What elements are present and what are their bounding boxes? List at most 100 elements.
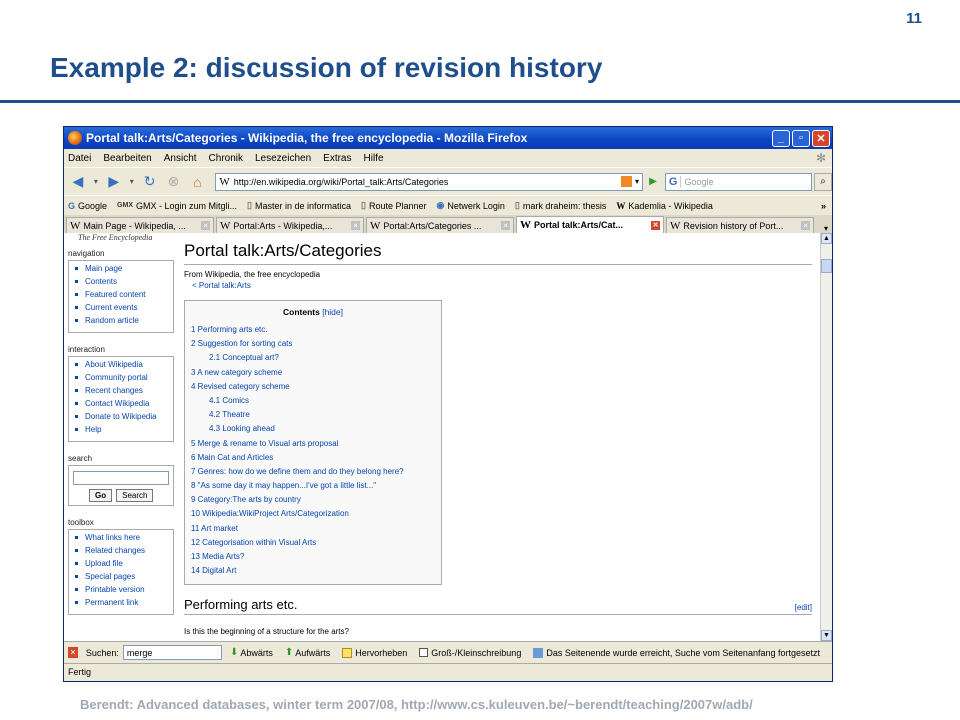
forward-arrow-icon[interactable]: ▶ (104, 173, 124, 190)
toc-item[interactable]: 9 Category:The arts by country (191, 495, 435, 509)
nav-contact-wikipedia[interactable]: Contact Wikipedia (71, 399, 171, 412)
search-engine-box[interactable]: G Google (664, 172, 813, 191)
bookmark-kademlia[interactable]: W Kademlia - Wikipedia (616, 201, 713, 211)
url-bar[interactable]: W http://en.wikipedia.org/wiki/Portal_ta… (215, 172, 643, 191)
wiki-search-input[interactable] (73, 471, 169, 485)
tool-permanent-link[interactable]: Permanent link (71, 598, 171, 611)
nav-community-portal[interactable]: Community portal (71, 373, 171, 386)
stop-icon[interactable]: ⊗ (164, 173, 184, 190)
google-icon[interactable]: G (666, 175, 682, 188)
gmx-favicon-icon: GMX (117, 202, 133, 209)
menu-bearbeiten[interactable]: Bearbeiten (103, 153, 151, 164)
bookmark-gmx[interactable]: GMX GMX - Login zum Mitgli... (117, 201, 237, 211)
tab-portal-arts-categories[interactable]: W Portal:Arts/Categories ... ✕ (366, 217, 514, 233)
nav-donate[interactable]: Donate to Wikipedia (71, 412, 171, 425)
wikipedia-favicon-icon: W (70, 219, 81, 232)
nav-featured-content[interactable]: Featured content (71, 290, 171, 303)
tab-close-icon[interactable]: ✕ (651, 220, 660, 230)
nav-contents[interactable]: Contents (71, 277, 171, 290)
bookmark-thesis[interactable]: ▯ mark draheim: thesis (515, 200, 606, 211)
toc-item[interactable]: 5 Merge & rename to Visual arts proposal (191, 439, 435, 453)
minimize-button[interactable]: _ (772, 129, 790, 147)
nav-recent-changes[interactable]: Recent changes (71, 386, 171, 399)
tab-portal-arts[interactable]: W Portal:Arts - Wikipedia,... ✕ (216, 217, 364, 233)
toc-item[interactable]: 8 "As some day it may happen...I've got … (191, 481, 435, 495)
tool-what-links-here[interactable]: What links here (71, 533, 171, 546)
tool-related-changes[interactable]: Related changes (71, 546, 171, 559)
bookmarks-toolbar: G Google GMX GMX - Login zum Mitgli... ▯ Ma… (64, 195, 832, 215)
go-arrow-icon[interactable]: ▶ (645, 173, 661, 191)
toc-item[interactable]: 4.1 Comics (191, 396, 435, 410)
toc-hide-link[interactable]: [hide] (322, 307, 343, 317)
back-arrow-icon[interactable]: ◀ (68, 173, 88, 190)
find-bar: ✕ Suchen: merge ⬇ Abwärts ⬆ Aufwärts Hervo… (64, 641, 832, 663)
magnifier-icon[interactable]: ⌕ (814, 172, 832, 191)
home-icon[interactable]: ⌂ (187, 174, 207, 190)
tab-close-icon[interactable]: ✕ (801, 221, 810, 230)
nav-about-wikipedia[interactable]: About Wikipedia (71, 360, 171, 373)
scroll-up-icon[interactable]: ▲ (821, 233, 832, 244)
highlight-button[interactable]: Hervorheben (342, 647, 407, 658)
window-titlebar[interactable]: Portal talk:Arts/Categories - Wikipedia,… (64, 127, 832, 149)
find-previous-button[interactable]: ⬆ Aufwärts (285, 647, 330, 658)
toc-item[interactable]: 11 Art market (191, 524, 435, 538)
find-close-icon[interactable]: ✕ (68, 647, 78, 658)
rss-feed-icon[interactable] (620, 176, 632, 187)
toc-item[interactable]: 3 A new category scheme (191, 368, 435, 382)
toc-item[interactable]: 7 Genres: how do we define them and do t… (191, 467, 435, 481)
toc-item[interactable]: 6 Main Cat and Articles (191, 453, 435, 467)
toc-item[interactable]: 1 Performing arts etc. (191, 325, 435, 339)
toc-item[interactable]: 2 Suggestion for sorting cats (191, 339, 435, 353)
menu-hilfe[interactable]: Hilfe (364, 153, 384, 164)
tab-close-icon[interactable]: ✕ (201, 221, 210, 230)
toc-item[interactable]: 4.3 Looking ahead (191, 424, 435, 438)
bookmark-route-planner[interactable]: ▯ Route Planner (361, 200, 427, 211)
menu-chronik[interactable]: Chronik (209, 153, 243, 164)
toc-item[interactable]: 13 Media Arts? (191, 552, 435, 566)
scroll-thumb[interactable] (821, 259, 832, 273)
tab-list-icon[interactable]: ▾ (824, 224, 828, 233)
tool-upload-file[interactable]: Upload file (71, 559, 171, 572)
bookmarks-overflow-icon[interactable]: » (821, 201, 826, 211)
menu-extras[interactable]: Extras (323, 153, 351, 164)
maximize-button[interactable]: ▫ (792, 129, 810, 147)
wiki-go-button[interactable]: Go (89, 489, 113, 502)
back-dropdown-icon[interactable]: ▾ (92, 177, 100, 186)
close-button[interactable]: ✕ (812, 129, 830, 147)
tab-main-page[interactable]: W Main Page - Wikipedia, ... ✕ (66, 217, 214, 233)
scroll-down-icon[interactable]: ▼ (821, 630, 832, 641)
tab-revision-history[interactable]: W Revision history of Port... ✕ (666, 217, 814, 233)
toc-item[interactable]: 10 Wikipedia:WikiProject Arts/Categoriza… (191, 509, 435, 523)
bookmark-google[interactable]: G Google (68, 201, 107, 211)
menu-lesezeichen[interactable]: Lesezeichen (255, 153, 311, 164)
nav-random-article[interactable]: Random article (71, 316, 171, 329)
tab-portal-talk-active[interactable]: W Portal talk:Arts/Cat... ✕ (516, 216, 664, 233)
find-input[interactable]: merge (122, 645, 222, 660)
forward-dropdown-icon[interactable]: ▾ (128, 177, 136, 186)
wiki-content: Portal talk:Arts/Categories From Wikiped… (184, 241, 812, 636)
menu-datei[interactable]: Datei (68, 153, 91, 164)
tab-close-icon[interactable]: ✕ (501, 221, 510, 230)
nav-current-events[interactable]: Current events (71, 303, 171, 316)
tool-special-pages[interactable]: Special pages (71, 572, 171, 585)
toc-item[interactable]: 12 Categorisation within Visual Arts (191, 538, 435, 552)
section-edit-link[interactable]: [edit] (795, 603, 812, 612)
toc-item[interactable]: 4.2 Theatre (191, 410, 435, 424)
find-next-button[interactable]: ⬇ Abwärts (230, 647, 273, 658)
toc-item[interactable]: 14 Digital Art (191, 566, 435, 580)
reload-icon[interactable]: ↻ (140, 173, 160, 190)
bookmark-master[interactable]: ▯ Master in de informatica (247, 200, 351, 211)
toc-item[interactable]: 2.1 Conceptual art? (191, 353, 435, 367)
tab-close-icon[interactable]: ✕ (351, 221, 360, 230)
match-case-checkbox[interactable]: Groß-/Kleinschreibung (419, 648, 521, 658)
menu-ansicht[interactable]: Ansicht (164, 153, 197, 164)
bookmark-netwerk-login[interactable]: ◉ Netwerk Login (437, 200, 505, 211)
back-link[interactable]: < Portal talk:Arts (192, 281, 812, 290)
url-dropdown-icon[interactable]: ▾ (635, 177, 639, 186)
wiki-search-button[interactable]: Search (116, 489, 154, 502)
toc-item[interactable]: 4 Revised category scheme (191, 382, 435, 396)
nav-main-page[interactable]: Main page (71, 264, 171, 277)
vertical-scrollbar[interactable]: ▲ ▼ (820, 233, 832, 641)
nav-help[interactable]: Help (71, 425, 171, 438)
tool-printable-version[interactable]: Printable version (71, 585, 171, 598)
